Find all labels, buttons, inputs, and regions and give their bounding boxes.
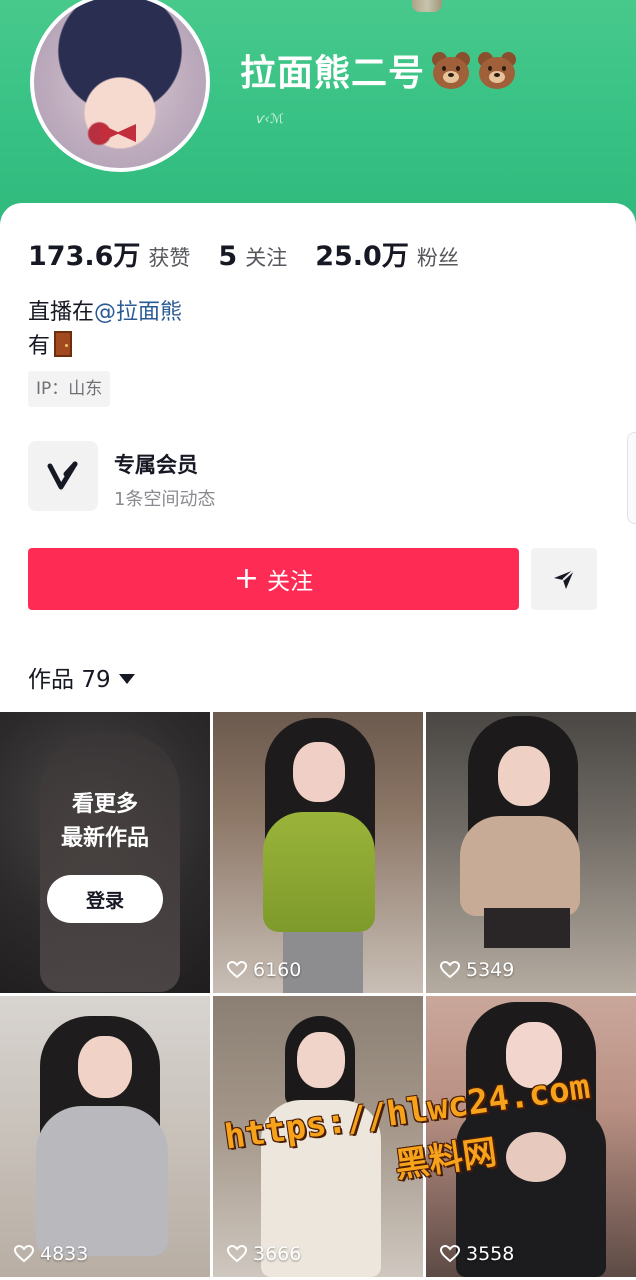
follow-label: 关注 [267, 569, 314, 595]
video-likes: 5349 [440, 959, 514, 981]
likes-count: 6160 [253, 959, 302, 981]
member-v-logo-icon [28, 441, 98, 511]
stat-likes-value: 173.6万 [28, 241, 141, 272]
video-thumbnail[interactable]: 6160 [213, 712, 423, 993]
stat-following-label: 关注 [245, 246, 288, 270]
stat-followers-label: 粉丝 [416, 246, 459, 270]
stat-followers-value: 25.0万 [315, 241, 409, 272]
figure-top [263, 812, 375, 932]
avatar-bow [100, 124, 136, 142]
figure-corset [484, 908, 570, 948]
login-button[interactable]: 登录 [47, 875, 163, 923]
member-subtitle: 1条空间动态 [114, 489, 216, 510]
ip-location-tag: IP：山东 [28, 371, 111, 407]
figure-face [506, 1022, 562, 1088]
figure-face [293, 742, 345, 802]
locked-video-tile[interactable]: 看更多 最新作品 登录 [0, 712, 210, 993]
video-likes: 3558 [440, 1243, 514, 1265]
video-likes: 6160 [227, 959, 301, 981]
send-arrow-icon [554, 569, 575, 589]
video-thumbnail[interactable]: 3558 [426, 996, 636, 1277]
figure-top [36, 1106, 168, 1256]
figure-top [460, 816, 580, 916]
bio-text: 有 [28, 334, 51, 359]
figure-face [297, 1032, 345, 1088]
nickname-text: 拉面熊二号 [240, 53, 426, 94]
send-message-button[interactable] [531, 548, 597, 610]
bear-face-icon [477, 52, 517, 90]
video-thumbnail[interactable]: 5349 [426, 712, 636, 993]
profile-nickname: 拉面熊二号 [240, 44, 517, 96]
stat-followers[interactable]: 25.0万 粉丝 [315, 234, 459, 273]
locked-line-2: 最新作品 [60, 826, 149, 851]
likes-count: 3558 [466, 1243, 515, 1265]
heart-icon [227, 961, 247, 979]
tab-works[interactable]: 作品 79 [28, 660, 135, 694]
profile-bio: 直播在@拉面熊 有 [28, 296, 182, 364]
bio-prefix: 直播在 [28, 300, 95, 325]
figure-face [498, 746, 550, 806]
bio-mention-link[interactable]: @拉面熊 [94, 300, 182, 325]
stat-likes-label: 获赞 [148, 246, 191, 270]
avatar[interactable] [30, 0, 210, 172]
works-count: 79 [81, 667, 111, 693]
profile-subtitle: ѵ‹ℳ [256, 112, 284, 127]
follow-button[interactable]: + 关注 [28, 548, 519, 610]
locked-message: 看更多 最新作品 [0, 788, 210, 856]
locked-line-1: 看更多 [71, 792, 138, 817]
stat-following-value: 5 [218, 241, 238, 272]
stat-likes[interactable]: 173.6万 获赞 [28, 234, 190, 273]
header-decoration [412, 0, 442, 12]
likes-count: 3666 [253, 1243, 302, 1265]
profile-header: 拉面熊二号 ѵ‹ℳ [0, 0, 636, 230]
side-drawer-handle[interactable] [627, 432, 636, 524]
heart-icon [440, 1245, 460, 1263]
likes-count: 5349 [466, 959, 515, 981]
blurred-thumbnail [40, 732, 180, 992]
heart-icon [14, 1245, 34, 1263]
bio-line-2: 有 [28, 330, 182, 364]
figure-face [78, 1036, 132, 1098]
bio-line-1: 直播在@拉面熊 [28, 296, 182, 330]
works-label: 作品 [28, 667, 74, 693]
video-thumbnail[interactable]: 3666 [213, 996, 423, 1277]
plus-icon: + [233, 561, 260, 596]
door-icon [54, 331, 73, 357]
likes-count: 4833 [40, 1243, 89, 1265]
figure-detail [506, 1132, 566, 1182]
video-thumbnail[interactable]: 4833 [0, 996, 210, 1277]
heart-icon [440, 961, 460, 979]
member-entry[interactable]: 专属会员 1条空间动态 [28, 441, 588, 513]
heart-icon [227, 1245, 247, 1263]
profile-stats: 173.6万 获赞 5 关注 25.0万 粉丝 [28, 234, 487, 274]
video-likes: 3666 [227, 1243, 301, 1265]
stat-following[interactable]: 5 关注 [218, 241, 287, 272]
member-title: 专属会员 [114, 453, 198, 477]
video-likes: 4833 [14, 1243, 88, 1265]
caret-down-icon[interactable] [118, 674, 135, 684]
video-grid: 看更多 最新作品 登录 6160 5349 4833 3666 3558 [0, 712, 636, 1280]
bear-face-icon [431, 52, 471, 90]
